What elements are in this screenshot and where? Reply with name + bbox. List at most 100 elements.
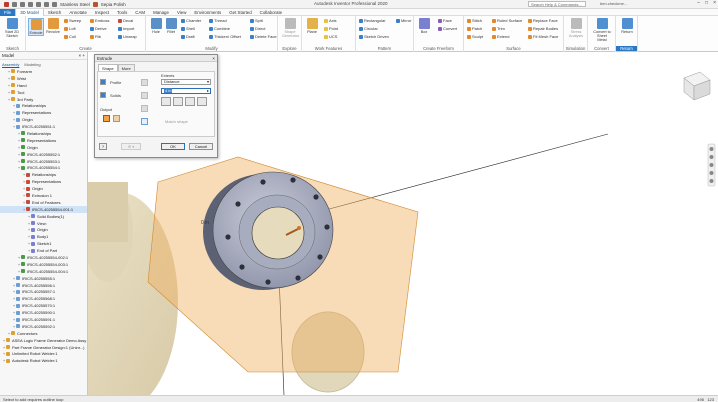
tree-row[interactable]: + IRICS-40255553:1 — [0, 158, 87, 165]
tree-row[interactable]: + View: — [0, 220, 87, 227]
stress-analysis-button[interactable]: Stress Analysis — [568, 18, 584, 38]
thicken-offset-button[interactable]: Thicken/ Offset — [209, 34, 241, 39]
hole-button[interactable]: Hole — [148, 18, 164, 34]
tree-row[interactable]: + Wrist — [0, 75, 87, 82]
match-shape-toggle-icon[interactable] — [141, 118, 148, 125]
tab-3d-model[interactable]: 3D Model — [15, 8, 44, 16]
revolve-button[interactable]: Revolve — [45, 18, 61, 34]
user-account[interactable]: ben.checkme... — [600, 1, 627, 6]
tree-row[interactable]: + IRICS-40255556:1 — [0, 282, 87, 289]
solids-option-icon[interactable] — [141, 92, 148, 99]
tab-environments[interactable]: Environments — [190, 9, 225, 16]
draft-button[interactable]: Draft — [181, 34, 195, 39]
tree-row[interactable]: + Connectors — [0, 330, 87, 337]
browser-close-icon[interactable]: × + — [78, 53, 85, 58]
tree-row[interactable]: + IRICS-40255554-001:1 — [0, 205, 87, 213]
convert-button[interactable]: Convert — [438, 26, 457, 31]
tree-row[interactable]: + Extrusion 1 — [0, 192, 87, 199]
tree-row[interactable]: + Sketch1 — [0, 240, 87, 247]
tree-row[interactable]: + Representations — [0, 178, 87, 185]
tree-row[interactable]: + IRICS-40255590:1 — [0, 309, 87, 316]
undo-icon[interactable] — [36, 1, 41, 7]
tab-manage[interactable]: Manage — [149, 9, 173, 16]
output-solid-button[interactable] — [103, 115, 110, 122]
chamfer-button[interactable]: Chamfer — [181, 18, 201, 23]
tree-row[interactable]: + Autodesk Robot Welder:1 — [0, 357, 87, 364]
tree-row[interactable]: + Origin — [0, 116, 87, 123]
browser-tab-assembly[interactable]: Assembly — [2, 62, 19, 67]
profile-option-icon[interactable] — [141, 79, 148, 86]
tree-row[interactable]: + Relationships — [0, 102, 87, 109]
tree-row[interactable]: + IRICS-40255555:1 — [0, 275, 87, 282]
delete-face-button[interactable]: Delete Face — [250, 34, 277, 39]
derive-button[interactable]: Derive — [90, 26, 107, 31]
direction-default-button[interactable] — [161, 97, 171, 106]
tree-row[interactable]: + Hand — [0, 82, 87, 89]
unwrap-button[interactable]: Unwrap — [118, 34, 137, 39]
rectangular-button[interactable]: Rectangular — [359, 18, 386, 23]
extrude-button[interactable]: Extrude — [28, 18, 44, 36]
convert-sheet-metal-button[interactable]: Convert to Sheet Metal — [593, 18, 611, 42]
pan-icon[interactable] — [709, 155, 714, 159]
split-button[interactable]: Split — [250, 18, 263, 23]
app-menu-icon[interactable] — [4, 1, 9, 7]
start-sketch-button[interactable]: Start 2D Sketch — [4, 18, 20, 38]
replace-face-button[interactable]: Replace Face — [528, 18, 558, 23]
sweep-button[interactable]: Sweep — [64, 18, 81, 23]
shape-generator-button[interactable]: Shape Generator — [282, 18, 299, 38]
flange-part[interactable] — [203, 171, 334, 290]
tree-row[interactable]: + Part Frame Generator Design:1 (Uninr...… — [0, 344, 87, 351]
import-button[interactable]: Import — [118, 26, 134, 31]
ucs-button[interactable]: UCS — [324, 34, 337, 39]
ruled-surface-button[interactable]: Ruled Surface — [492, 18, 522, 23]
tree-row[interactable]: + ASEA Logic Frame Generator Demo Assy — [0, 337, 87, 344]
search-input[interactable]: Search Help & Commands... — [528, 1, 586, 7]
dialog-close-icon[interactable]: × — [212, 56, 215, 61]
solids-select-icon[interactable] — [100, 92, 106, 98]
direction-option-icon[interactable] — [141, 105, 148, 112]
plane-button[interactable]: Plane — [304, 18, 320, 34]
tree-row[interactable]: + Tool — [0, 89, 87, 96]
profile-select-icon[interactable] — [100, 79, 106, 85]
tree-row[interactable]: + IRICS-40255551:1 — [0, 123, 87, 130]
tab-cam[interactable]: CAM — [131, 9, 149, 16]
tree-row[interactable]: + Origin — [0, 185, 87, 192]
circular-button[interactable]: Circular — [359, 26, 378, 31]
zoom-icon[interactable] — [709, 163, 714, 167]
tree-row[interactable]: + Forearm — [0, 68, 87, 75]
tree-row[interactable]: + End of Part — [0, 247, 87, 254]
save-icon[interactable] — [28, 1, 33, 7]
tree-row[interactable]: + IRICS-40255591:1 — [0, 316, 87, 323]
browser-tab-modeling[interactable]: Modeling — [24, 62, 40, 67]
emboss-button[interactable]: Emboss — [90, 18, 109, 23]
tree-row[interactable]: + IRICS-40255554-002:1 — [0, 254, 87, 261]
tree-row[interactable]: + IRICS-40255592:1 — [0, 323, 87, 330]
cancel-button[interactable]: Cancel — [189, 143, 213, 150]
redo-icon[interactable] — [44, 1, 49, 7]
direction-asymmetric-button[interactable] — [197, 97, 207, 106]
tab-tools[interactable]: Tools — [113, 9, 131, 16]
home-icon[interactable] — [52, 1, 57, 7]
mirror-button[interactable]: Mirror — [396, 18, 411, 23]
tree-row[interactable]: + End of Features — [0, 199, 87, 206]
axis-button[interactable]: Axis — [324, 18, 337, 23]
tree-row[interactable]: + Origin — [0, 226, 87, 233]
tab-annotate[interactable]: Annotate — [65, 9, 91, 16]
sculpt-button[interactable]: Sculpt — [467, 34, 483, 39]
material-dropdown[interactable]: Stainless Steel — [60, 2, 90, 7]
patch-button[interactable]: Patch — [467, 26, 482, 31]
tab-collaborate[interactable]: Collaborate — [256, 9, 286, 16]
tree-row[interactable]: + IRICS-40255554:1 — [0, 164, 87, 171]
tree-row[interactable]: + Solid Bodies(1) — [0, 213, 87, 220]
thread-button[interactable]: Thread — [209, 18, 227, 23]
tab-view[interactable]: View — [173, 9, 190, 16]
extend-button[interactable]: Extend — [492, 34, 509, 39]
direction-flip-button[interactable] — [173, 97, 183, 106]
stitch-button[interactable]: Stitch — [467, 18, 482, 23]
rib-button[interactable]: Rib — [90, 34, 101, 39]
fillet-button[interactable]: Fillet — [163, 18, 179, 34]
tree-row[interactable]: + IRICS-40255554-004:1 — [0, 268, 87, 275]
tree-row[interactable]: + Unlimited Robot Welder:1 — [0, 351, 87, 358]
repair-bodies-button[interactable]: Repair Bodies — [528, 26, 558, 31]
tab-inspect[interactable]: Inspect — [91, 9, 113, 16]
